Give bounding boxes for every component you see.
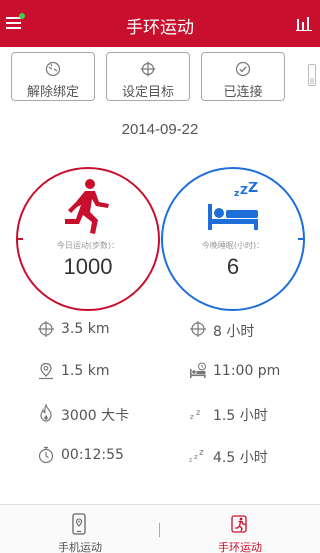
deep-sleep-value: 4.5 小时 xyxy=(213,450,268,466)
tab-bar: 手机运动 手环运动 xyxy=(0,504,320,553)
svg-text:z: z xyxy=(199,448,204,458)
svg-text:Z: Z xyxy=(240,184,248,197)
bar-chart-icon xyxy=(296,17,312,31)
light-sleep-zz-icon: z z xyxy=(190,408,200,421)
unbind-label: 解除绑定 xyxy=(26,85,79,100)
sleep-caption: 今晚睡眠(小时)： xyxy=(201,241,265,250)
stopwatch-icon xyxy=(38,446,54,464)
sleep-goal-value: 8 小时 xyxy=(213,324,255,340)
phone-location-icon xyxy=(72,513,86,535)
flame-icon xyxy=(40,404,52,422)
calories-value: 3000 大卡 xyxy=(61,408,130,424)
unlink-icon xyxy=(45,61,61,77)
svg-text:Z: Z xyxy=(248,182,258,196)
sleeping-bed-icon: z Z Z xyxy=(208,182,258,230)
band-runner-icon xyxy=(231,515,247,533)
steps-ring[interactable]: 今日运动(步数)： 1000 xyxy=(15,166,161,312)
location-pin-icon xyxy=(39,362,53,380)
deep-sleep-zzz-icon: z z z xyxy=(189,448,204,464)
unbind-button[interactable]: 解除绑定 xyxy=(11,52,95,101)
bedtime-value: 11:00 pm xyxy=(213,363,281,379)
svg-text:z: z xyxy=(190,413,194,421)
connected-label: 已连接 xyxy=(223,85,263,100)
svg-text:z: z xyxy=(234,189,239,199)
sleep-ring[interactable]: z Z Z 今晚睡眠(小时)： 6 xyxy=(160,166,306,312)
page-title: 手环运动 xyxy=(126,18,194,38)
duration-value: 00:12:55 xyxy=(61,447,124,463)
tab-phone-sport[interactable]: 手机运动 xyxy=(0,505,160,553)
target-icon xyxy=(140,61,156,77)
bed-clock-icon xyxy=(190,362,206,378)
date-label: 2014-09-22 xyxy=(121,121,199,138)
set-goal-button[interactable]: 设定目标 xyxy=(106,52,190,101)
tab-phone-sport-label: 手机运动 xyxy=(58,541,102,553)
crosshair-icon xyxy=(190,321,206,337)
sleep-value: 6 xyxy=(226,254,240,279)
connected-button[interactable]: 已连接 xyxy=(201,52,285,101)
svg-text:z: z xyxy=(189,457,192,464)
light-sleep-value: 1.5 小时 xyxy=(213,408,268,424)
check-circle-icon xyxy=(235,61,251,77)
distance-value: 3.5 km xyxy=(61,321,110,337)
runner-icon xyxy=(65,179,109,234)
walk-distance-value: 1.5 km xyxy=(61,363,110,379)
steps-caption: 今日运动(步数)： xyxy=(56,241,120,250)
steps-value: 1000 xyxy=(63,254,113,279)
tab-band-sport-label: 手环运动 xyxy=(218,541,262,553)
tab-band-sport[interactable]: 手环运动 xyxy=(160,505,320,553)
crosshair-icon xyxy=(38,321,54,337)
battery-icon xyxy=(308,64,316,86)
svg-text:z: z xyxy=(196,408,200,417)
stats-button[interactable] xyxy=(296,15,312,31)
app-header: 手环运动 xyxy=(0,0,320,47)
set-goal-label: 设定目标 xyxy=(121,85,174,100)
svg-text:z: z xyxy=(194,453,198,461)
